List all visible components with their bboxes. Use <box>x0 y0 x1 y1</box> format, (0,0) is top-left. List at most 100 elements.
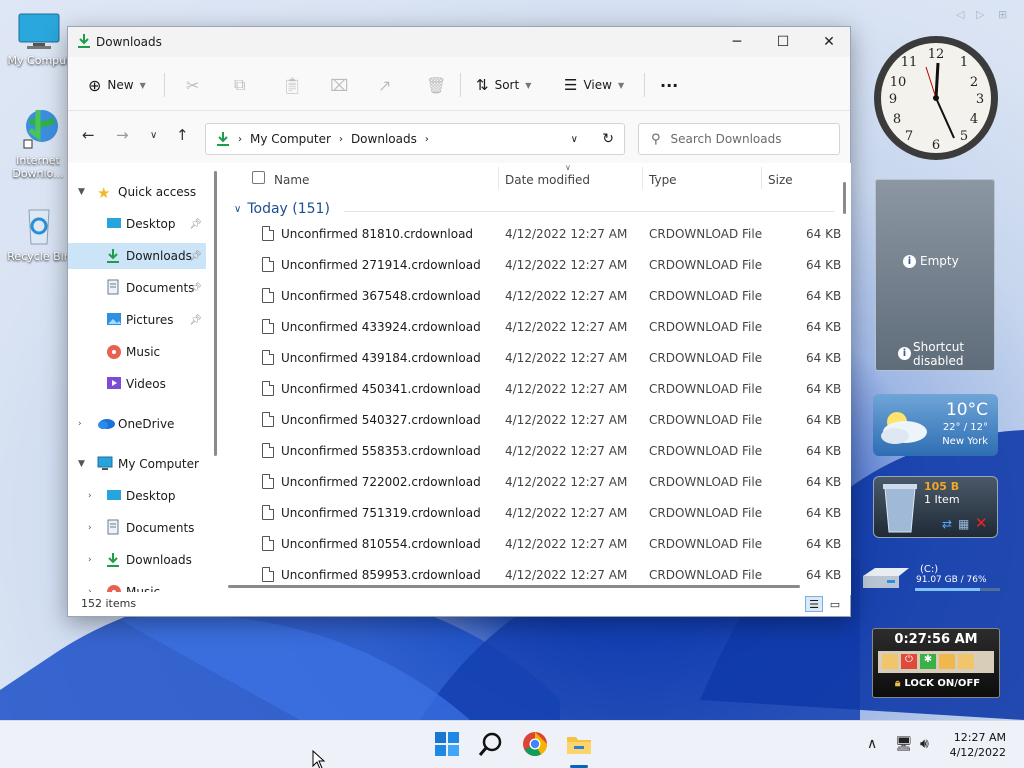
desktop-icon-internet-download-manager[interactable]: Internet Downlo... <box>3 106 73 180</box>
search-input[interactable] <box>670 132 821 146</box>
weather-gadget[interactable]: 10°C 22° / 12° New York <box>873 394 998 456</box>
nav-pictures[interactable]: Pictures 📌︎ <box>68 307 206 333</box>
nav-quick-access[interactable]: ▼ ★ Quick access <box>68 179 206 205</box>
select-all-checkbox[interactable] <box>252 171 265 184</box>
nav-downloads[interactable]: Downloads 📌︎ <box>68 243 206 269</box>
more-options-button[interactable]: ··· <box>660 72 678 98</box>
chevron-right-icon[interactable]: › <box>88 491 92 501</box>
file-row[interactable]: Unconfirmed 450341.crdownload 4/12/2022 1… <box>224 374 851 405</box>
file-row[interactable]: Unconfirmed 810554.crdownload 4/12/2022 1… <box>224 529 851 560</box>
pin-icon[interactable]: 📌︎ <box>189 251 202 262</box>
chevron-right-icon[interactable]: › <box>88 523 92 533</box>
volume-icon[interactable]: 🔊︎ <box>920 736 929 752</box>
file-row[interactable]: Unconfirmed 271914.crdownload 4/12/2022 1… <box>224 250 851 281</box>
file-row[interactable]: Unconfirmed 433924.crdownload 4/12/2022 1… <box>224 312 851 343</box>
paste-button[interactable]: 📋︎ <box>282 72 302 98</box>
breadcrumb-my-computer[interactable]: My Computer <box>250 132 331 146</box>
key-icon[interactable] <box>939 654 955 669</box>
file-row[interactable]: Unconfirmed 540327.crdownload 4/12/2022 1… <box>224 405 851 436</box>
nav-mc-downloads[interactable]: › Downloads <box>68 547 206 573</box>
nav-onedrive[interactable]: › OneDrive <box>68 411 206 437</box>
screen-icon[interactable] <box>958 654 974 669</box>
chevron-down-icon[interactable]: ▼ <box>78 187 85 197</box>
chrome-icon[interactable] <box>522 731 548 757</box>
title-bar[interactable]: Downloads ─ ☐ ✕ <box>68 27 850 57</box>
start-windows-icon[interactable] <box>434 731 460 757</box>
sort-button[interactable]: ⇅ Sort ▼ <box>476 72 531 98</box>
share-button[interactable]: ↗ <box>378 72 391 98</box>
vertical-scrollbar[interactable] <box>843 182 846 214</box>
breadcrumb-downloads[interactable]: Downloads <box>351 132 417 146</box>
search-icon[interactable] <box>478 731 504 757</box>
drive-gadget[interactable]: (C:) 91.07 GB / 76% <box>857 558 1007 598</box>
desktop-icon-my-computer[interactable]: My Comput <box>4 12 74 67</box>
pin-icon[interactable]: 📌︎ <box>189 315 202 326</box>
copy-button[interactable]: ⧉ <box>234 72 245 98</box>
refresh-icon[interactable]: ↻ <box>602 131 614 147</box>
system-clock[interactable]: 12:27 AM 4/12/2022 <box>950 730 1006 760</box>
back-arrow-icon[interactable]: ← <box>82 126 95 144</box>
notes-gadget[interactable]: i Empty i Shortcut disabled <box>875 179 995 371</box>
new-button[interactable]: ⊕ New ▼ <box>88 72 146 98</box>
gadget-next-icon[interactable]: ▷ <box>976 8 984 21</box>
column-divider[interactable] <box>498 167 499 189</box>
empty-bin-icon[interactable]: ✕ <box>975 514 988 532</box>
window-icon[interactable]: ▦ <box>958 517 969 531</box>
gadget-prev-icon[interactable]: ◁ <box>956 8 964 21</box>
nav-videos[interactable]: Videos <box>68 371 206 397</box>
address-dropdown-icon[interactable]: ∨ <box>571 134 578 145</box>
file-row[interactable]: Unconfirmed 722002.crdownload 4/12/2022 1… <box>224 467 851 498</box>
column-name[interactable]: Name <box>274 173 309 187</box>
details-view-button[interactable]: ☰ <box>805 596 823 612</box>
rename-button[interactable]: ⌧ <box>330 72 348 98</box>
file-row[interactable]: Unconfirmed 751319.crdownload 4/12/2022 1… <box>224 498 851 529</box>
file-row[interactable]: Unconfirmed 367548.crdownload 4/12/2022 1… <box>224 281 851 312</box>
nav-music[interactable]: Music <box>68 339 206 365</box>
tiles-view-button[interactable]: ▭ <box>826 596 844 612</box>
chevron-up-icon[interactable]: ∧ <box>867 736 877 752</box>
file-explorer-icon[interactable] <box>566 731 592 757</box>
chevron-right-icon[interactable]: › <box>88 555 92 565</box>
folder-icon[interactable] <box>882 654 898 669</box>
recycle-bin-gadget[interactable]: 105 B 1 Item ⇄ ▦ ✕ <box>873 476 998 538</box>
column-date-modified[interactable]: Date modified <box>505 173 590 187</box>
gadget-add-icon[interactable]: ⊞ <box>998 8 1007 21</box>
chevron-down-icon[interactable]: ▼ <box>78 459 85 469</box>
nav-scrollbar[interactable] <box>214 171 217 456</box>
horizontal-scrollbar[interactable] <box>228 585 800 588</box>
up-arrow-icon[interactable]: ↑ <box>176 126 189 144</box>
column-type[interactable]: Type <box>649 173 677 187</box>
desktop-icon-recycle-bin[interactable]: Recycle Bin <box>4 204 74 263</box>
view-button[interactable]: ☰ View ▼ <box>564 72 624 98</box>
file-row[interactable]: Unconfirmed 81810.crdownload 4/12/2022 12… <box>224 219 851 250</box>
close-button[interactable]: ✕ <box>806 27 852 57</box>
file-row[interactable]: Unconfirmed 558353.crdownload 4/12/2022 1… <box>224 436 851 467</box>
column-divider[interactable] <box>642 167 643 189</box>
network-icon[interactable]: 🖥︎ <box>895 736 913 752</box>
refresh-icon[interactable]: ⇄ <box>942 517 952 531</box>
chevron-right-icon[interactable]: › <box>78 419 82 429</box>
lock-toggle[interactable]: 🔒︎ LOCK ON/OFF <box>895 678 980 689</box>
pin-icon[interactable]: 📌︎ <box>189 219 202 230</box>
search-box[interactable]: ⚲ <box>638 123 840 155</box>
lock-clock-gadget[interactable]: 0:27:56 AM ⏻ ✱ 🔒︎ LOCK ON/OFF <box>872 628 1000 698</box>
group-header-today[interactable]: ∨ Today (151) <box>234 201 834 217</box>
minimize-button[interactable]: ─ <box>714 27 760 57</box>
recent-chevron-icon[interactable]: ∨ <box>150 130 157 141</box>
forward-arrow-icon[interactable]: → <box>116 126 129 144</box>
nav-documents[interactable]: Documents 📌︎ <box>68 275 206 301</box>
cut-button[interactable]: ✂ <box>186 72 199 98</box>
pin-icon[interactable]: 📌︎ <box>189 283 202 294</box>
maximize-button[interactable]: ☐ <box>760 27 806 57</box>
file-row[interactable]: Unconfirmed 439184.crdownload 4/12/2022 1… <box>224 343 851 374</box>
delete-button[interactable]: 🗑︎ <box>426 72 446 98</box>
address-bar[interactable]: › My Computer › Downloads › ∨ ↻ <box>205 123 625 155</box>
nav-desktop[interactable]: Desktop 📌︎ <box>68 211 206 237</box>
nav-mc-documents[interactable]: › Documents <box>68 515 206 541</box>
settings-icon[interactable]: ✱ <box>920 654 936 669</box>
column-divider[interactable] <box>761 167 762 189</box>
nav-my-computer[interactable]: ▼ My Computer <box>68 451 206 477</box>
power-icon[interactable]: ⏻ <box>901 654 917 669</box>
nav-mc-desktop[interactable]: › Desktop <box>68 483 206 509</box>
column-size[interactable]: Size <box>768 173 793 187</box>
